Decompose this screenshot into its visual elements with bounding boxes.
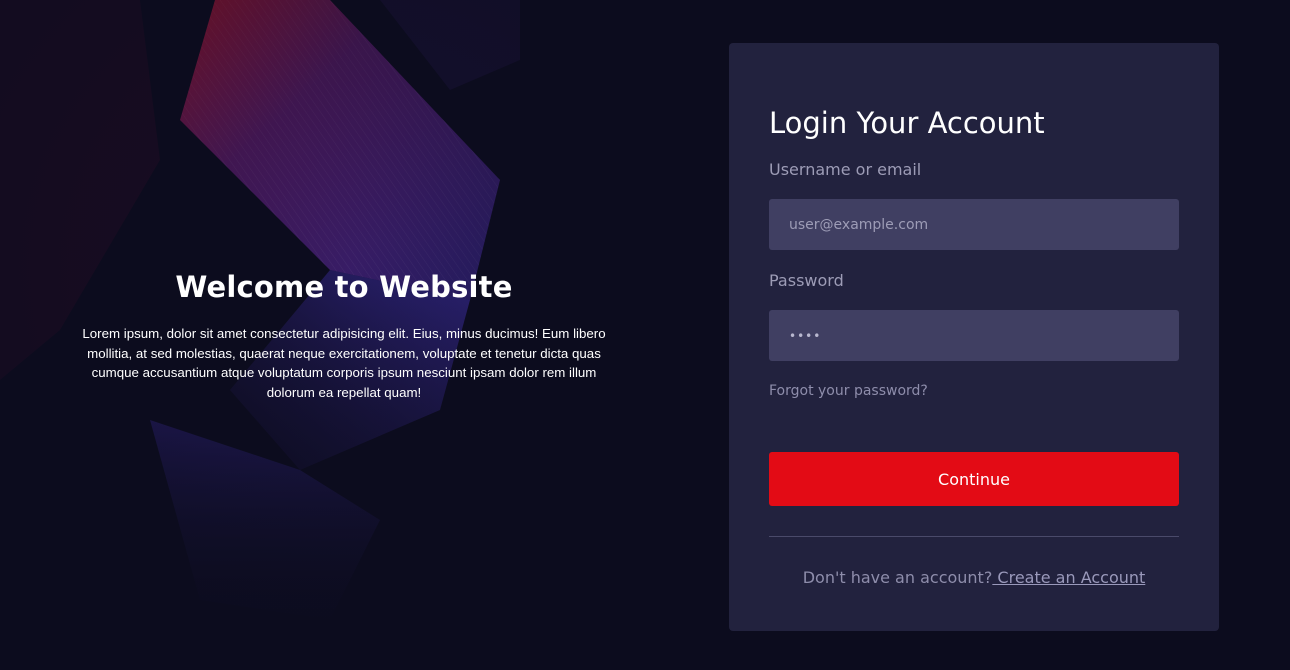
forgot-password-link[interactable]: Forgot your password? xyxy=(769,380,928,402)
login-card: Login Your Account Username or email Pas… xyxy=(729,43,1219,631)
username-label: Username or email xyxy=(769,160,922,179)
login-page: Welcome to Website Lorem ipsum, dolor si… xyxy=(0,0,1290,670)
divider xyxy=(769,536,1179,537)
continue-button[interactable]: Continue xyxy=(769,452,1179,506)
password-label: Password xyxy=(769,271,844,290)
signup-prompt: Don't have an account? Create an Account xyxy=(769,567,1179,589)
welcome-title: Welcome to Website xyxy=(175,270,513,304)
no-account-text: Don't have an account? xyxy=(802,568,993,587)
password-input[interactable] xyxy=(769,310,1179,361)
welcome-text: Lorem ipsum, dolor sit amet consectetur … xyxy=(82,326,606,400)
login-title: Login Your Account xyxy=(769,106,1045,140)
username-input[interactable] xyxy=(769,199,1179,250)
create-account-link[interactable]: Create an Account xyxy=(992,568,1145,587)
welcome-section: Welcome to Website Lorem ipsum, dolor si… xyxy=(60,266,628,402)
